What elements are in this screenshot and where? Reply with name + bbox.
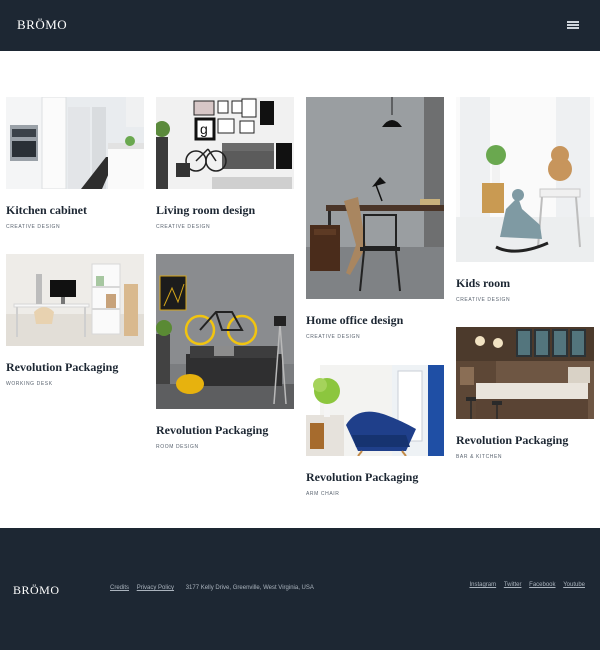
privacy-policy-link[interactable]: Privacy Policy (137, 585, 174, 591)
footer-logo[interactable]: BRÖMO (13, 583, 60, 598)
card-subtitle: WORKING DESK (6, 381, 53, 387)
portfolio-card-bar-kitchen[interactable]: Revolution Packaging BAR & KITCHEN (456, 327, 594, 460)
card-subtitle: CREATIVE DESIGN (456, 297, 511, 303)
portfolio-card-working-desk[interactable]: Revolution Packaging WORKING DESK (6, 254, 144, 387)
social-links: Instagram Twitter Facebook Youtube (463, 582, 585, 588)
footer-address: 3177 Kelly Drive, Greenville, West Virgi… (185, 585, 314, 591)
card-subtitle: ARM CHAIR (306, 491, 340, 497)
portfolio-card-home-office[interactable]: Home office design CREATIVE DESIGN (306, 97, 444, 340)
instagram-link[interactable]: Instagram (469, 582, 496, 588)
credits-link[interactable]: Credits (110, 585, 129, 591)
kitchen-image (6, 97, 144, 189)
portfolio-card-kids-room[interactable]: Kids room CREATIVE DESIGN (456, 97, 594, 303)
site-header: BRÖMO (0, 0, 600, 51)
card-title: Kids room (456, 276, 511, 290)
site-footer: BRÖMO Credits Privacy Policy 3177 Kelly … (0, 528, 600, 650)
room-design-image (156, 254, 294, 409)
hamburger-menu-button[interactable] (565, 18, 581, 32)
card-subtitle: ROOM DESIGN (156, 444, 199, 450)
card-title: Revolution Packaging (156, 423, 269, 437)
hamburger-icon-line (567, 24, 579, 26)
twitter-link[interactable]: Twitter (504, 582, 522, 588)
living-room-image: g (156, 97, 294, 189)
arm-chair-image (306, 365, 444, 456)
kids-room-image (456, 97, 594, 262)
svg-text:g: g (200, 121, 208, 137)
card-subtitle: CREATIVE DESIGN (6, 224, 61, 230)
hamburger-icon (567, 21, 579, 23)
card-title: Revolution Packaging (6, 360, 119, 374)
home-office-image (306, 97, 444, 299)
card-subtitle: CREATIVE DESIGN (306, 334, 361, 340)
card-title: Revolution Packaging (456, 433, 569, 447)
footer-links: Credits Privacy Policy 3177 Kelly Drive,… (110, 585, 314, 591)
hamburger-icon-line (567, 27, 579, 29)
card-title: Home office design (306, 313, 404, 327)
portfolio-card-room-design[interactable]: Revolution Packaging ROOM DESIGN (156, 254, 294, 450)
working-desk-image (6, 254, 144, 346)
bar-kitchen-image (456, 327, 594, 419)
facebook-link[interactable]: Facebook (529, 582, 555, 588)
portfolio-card-kitchen[interactable]: Kitchen cabinet CREATIVE DESIGN (6, 97, 144, 230)
portfolio-card-living-room[interactable]: g Living room design CREATIVE DESIGN (156, 97, 294, 230)
card-title: Revolution Packaging (306, 470, 419, 484)
card-title: Kitchen cabinet (6, 203, 87, 217)
portfolio-card-arm-chair[interactable]: Revolution Packaging ARM CHAIR (306, 365, 444, 497)
card-title: Living room design (156, 203, 256, 217)
portfolio-grid: Kitchen cabinet CREATIVE DESIGN Revoluti… (0, 51, 600, 528)
site-logo[interactable]: BRÖMO (17, 17, 67, 33)
card-subtitle: CREATIVE DESIGN (156, 224, 211, 230)
card-subtitle: BAR & KITCHEN (456, 454, 503, 460)
youtube-link[interactable]: Youtube (563, 582, 585, 588)
